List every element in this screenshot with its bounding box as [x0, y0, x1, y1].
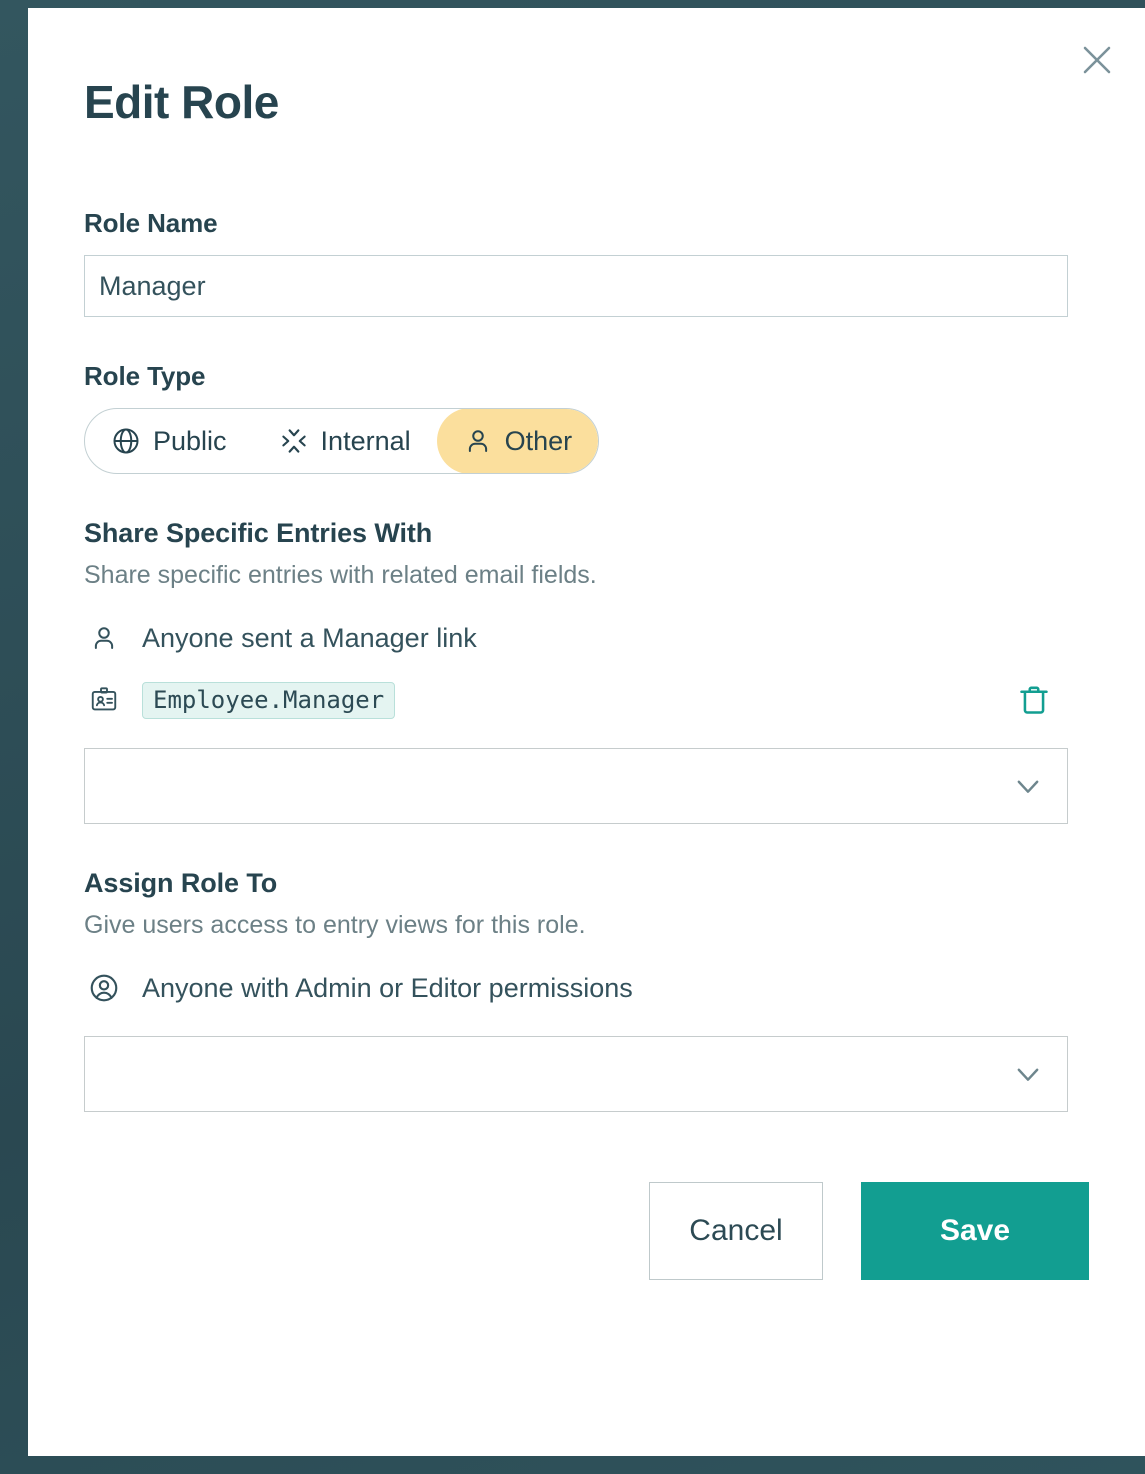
internal-arrows-icon [279, 426, 309, 456]
edit-role-modal: Edit Role Role Name Role Type [28, 8, 1145, 1456]
modal-footer: Cancel Save [84, 1182, 1089, 1280]
role-type-label: Role Type [84, 361, 1089, 392]
assign-role-heading: Assign Role To [84, 868, 1089, 899]
role-type-segmented-control[interactable]: Public Internal [84, 408, 599, 474]
save-button[interactable]: Save [861, 1182, 1089, 1280]
globe-icon [111, 426, 141, 456]
share-entries-description: Share specific entries with related emai… [84, 561, 1089, 590]
assign-role-dropdown[interactable] [84, 1036, 1068, 1112]
role-type-option-public[interactable]: Public [85, 408, 253, 474]
role-type-option-other[interactable]: Other [437, 408, 599, 474]
cancel-button[interactable]: Cancel [649, 1182, 823, 1280]
role-type-field-group: Role Type Public [84, 361, 1089, 474]
trash-icon[interactable] [1017, 683, 1051, 717]
user-circle-icon [84, 972, 124, 1004]
share-entry-label: Anyone sent a Manager link [142, 623, 477, 654]
role-type-option-other-label: Other [505, 428, 573, 455]
page-title: Edit Role [84, 78, 1089, 126]
chevron-down-icon [1011, 769, 1045, 803]
role-type-option-internal-label: Internal [321, 428, 411, 455]
assign-role-row-permissions: Anyone with Admin or Editor permissions [84, 962, 1089, 1014]
share-entry-row-field: Employee.Manager [84, 674, 1089, 726]
share-entry-row-person: Anyone sent a Manager link [84, 612, 1089, 664]
share-entry-field-token[interactable]: Employee.Manager [142, 682, 395, 719]
assign-role-label: Anyone with Admin or Editor permissions [142, 973, 633, 1004]
role-name-label: Role Name [84, 208, 1089, 239]
person-icon [84, 623, 124, 653]
role-name-input[interactable] [84, 255, 1068, 317]
assign-role-description: Give users access to entry views for thi… [84, 911, 1089, 940]
role-type-option-public-label: Public [153, 428, 227, 455]
id-badge-icon [84, 685, 124, 715]
person-icon [463, 426, 493, 456]
assign-role-section: Assign Role To Give users access to entr… [84, 868, 1089, 1112]
share-entries-section: Share Specific Entries With Share specif… [84, 518, 1089, 824]
chevron-down-icon [1011, 1057, 1045, 1091]
role-name-field-group: Role Name [84, 208, 1089, 317]
close-icon[interactable] [1075, 38, 1119, 82]
share-entries-dropdown[interactable] [84, 748, 1068, 824]
role-type-option-internal[interactable]: Internal [253, 408, 437, 474]
share-entries-heading: Share Specific Entries With [84, 518, 1089, 549]
